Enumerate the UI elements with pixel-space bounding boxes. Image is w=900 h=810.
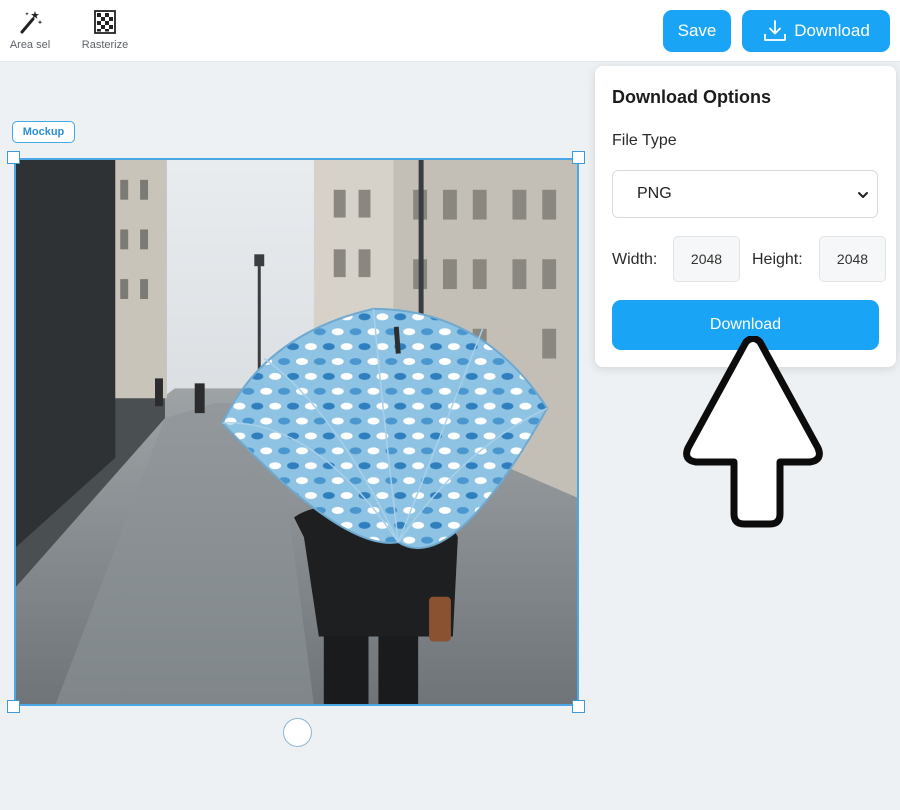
rasterize-label: Rasterize [81,39,129,51]
resize-handle-top-right[interactable] [572,151,585,164]
area-select-tool[interactable]: Area sel [6,8,54,51]
mockup-image-frame[interactable] [14,158,579,706]
area-select-label: Area sel [9,39,51,51]
magic-wand-icon [20,11,43,34]
download-button-label: Download [794,21,870,40]
rotate-handle[interactable] [283,718,312,747]
download-tray-icon [764,20,787,41]
rasterize-grid-icon [94,10,116,34]
resize-handle-top-left[interactable] [7,151,20,164]
file-type-value: PNG [637,185,672,202]
mockup-photo [16,160,577,704]
panel-title: Download Options [612,87,771,107]
top-toolbar: Area sel Rasterize Save Download [0,0,900,62]
resize-handle-bottom-left[interactable] [7,700,20,713]
download-options-panel: Download Options File Type PNG Width: He… [595,66,896,367]
download-button[interactable]: Download [742,10,890,52]
width-input[interactable] [673,236,740,282]
height-label: Height: [752,251,803,268]
file-type-select[interactable]: PNG [612,170,878,218]
file-type-label: File Type [612,132,677,149]
resize-handle-bottom-right[interactable] [572,700,585,713]
width-label: Width: [612,251,658,268]
save-button[interactable]: Save [663,10,731,52]
mockup-tag[interactable]: Mockup [12,121,75,143]
chevron-down-icon [858,192,868,198]
pointer-arrow-icon [680,336,826,528]
height-input[interactable] [819,236,886,282]
rasterize-tool[interactable]: Rasterize [78,8,132,51]
